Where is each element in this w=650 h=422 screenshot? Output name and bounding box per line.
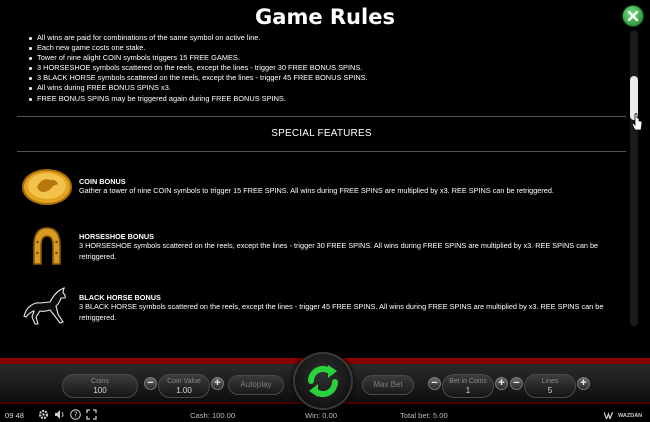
feature-description: 3 HORSESHOE symbols scattered on the ree… (79, 241, 599, 261)
total-bet-display: Total bet: 5.00 (400, 411, 448, 420)
feature-horseshoe-bonus: HORSESHOE BONUS 3 HORSESHOE symbols scat… (20, 224, 630, 268)
list-item: 3 HORSESHOE symbols scattered on the ree… (29, 63, 609, 73)
lines-label: Lines (541, 378, 559, 385)
coin-icon (22, 169, 72, 205)
bet-in-coins-minus-button[interactable]: − (428, 377, 441, 390)
autoplay-button[interactable]: Autoplay (228, 375, 284, 395)
list-item: 3 BLACK HORSE symbols scattered on the r… (29, 73, 609, 83)
lines-display: Lines 5 (524, 374, 576, 398)
list-item: Tower of nine alight COIN symbols trigge… (29, 53, 609, 63)
feature-title: HORSESHOE BONUS (79, 232, 155, 241)
spin-button[interactable] (293, 352, 353, 410)
list-item: Each new game costs one stake. (29, 43, 609, 53)
coin-value-plus-button[interactable]: + (211, 377, 224, 390)
coin-value-value: 1.00 (176, 386, 192, 395)
clock: 09 48 (5, 411, 25, 420)
lines-value: 5 (547, 386, 553, 395)
lines-minus-button[interactable]: − (510, 377, 523, 390)
black-horse-icon (23, 287, 66, 325)
brand-logo: WAZDAN (604, 412, 642, 419)
coin-value-label: Coin Value (167, 378, 201, 385)
fullscreen-icon[interactable] (86, 409, 97, 420)
svg-text:?: ? (74, 410, 78, 419)
mouse-cursor-icon (632, 113, 643, 131)
feature-title: BLACK HORSE BONUS (79, 293, 161, 302)
list-item: FREE BONUS SPINS may be triggered again … (29, 94, 609, 104)
spin-arrows-icon (307, 365, 339, 398)
feature-coin-bonus: COIN BONUS Gather a tower of nine COIN s… (20, 165, 630, 209)
feature-description: Gather a tower of nine COIN symbols to t… (79, 186, 554, 195)
close-button[interactable] (622, 5, 644, 27)
win-display: Win: 0.00 (305, 411, 338, 420)
section-title: SPECIAL FEATURES (271, 128, 372, 139)
bet-in-coins-label: Bet in Coins (449, 378, 487, 385)
coins-value: 100 (93, 386, 107, 395)
divider (17, 151, 626, 152)
bet-in-coins-display: Bet in Coins 1 (442, 374, 494, 398)
cash-display: Cash: 100.00 (190, 411, 236, 420)
bet-in-coins-plus-button[interactable]: + (495, 377, 508, 390)
gear-icon[interactable] (38, 409, 49, 420)
coins-display: Coins 100 (62, 374, 138, 398)
list-item: All wins during FREE BONUS SPINS x3. (29, 83, 609, 93)
help-icon[interactable]: ? (70, 409, 81, 420)
coins-label: Coins (91, 378, 109, 385)
feature-black-horse-bonus: BLACK HORSE BONUS 3 BLACK HORSE symbols … (20, 284, 630, 328)
sound-icon[interactable] (54, 409, 65, 420)
coin-value-minus-button[interactable]: − (144, 377, 157, 390)
max-bet-button[interactable]: Max Bet (362, 375, 414, 395)
scrollbar-track[interactable] (630, 30, 638, 326)
divider (17, 116, 626, 117)
feature-title: COIN BONUS (79, 177, 126, 186)
rules-list: All wins are paid for combinations of th… (29, 33, 609, 104)
bet-in-coins-value: 1 (465, 386, 471, 395)
close-icon (627, 10, 639, 22)
brand-name: WAZDAN (618, 412, 643, 419)
list-item: All wins are paid for combinations of th… (29, 33, 609, 43)
feature-description: 3 BLACK HORSE symbols scattered on the r… (79, 302, 604, 322)
lines-plus-button[interactable]: + (577, 377, 590, 390)
page-title: Game Rules (255, 5, 395, 29)
wazdan-logo-icon (604, 412, 614, 419)
horseshoe-icon (33, 227, 61, 265)
coin-value-display: Coin Value 1.00 (158, 374, 210, 398)
